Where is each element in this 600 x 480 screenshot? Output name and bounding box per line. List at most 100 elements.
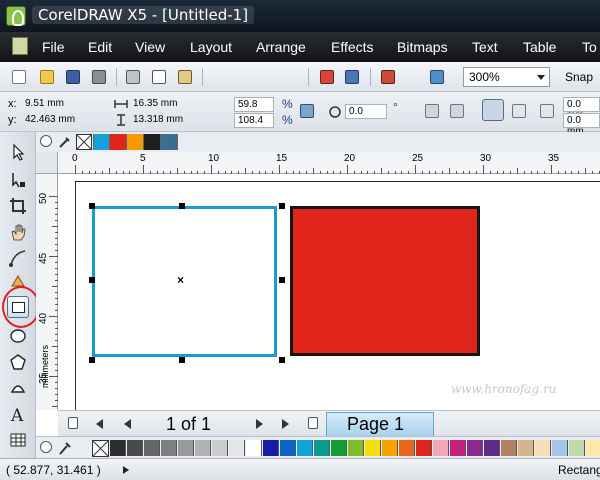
insert-page-after-icon[interactable]	[308, 417, 318, 429]
palette-swatch[interactable]	[331, 440, 347, 456]
palette-swatch[interactable]	[110, 440, 126, 456]
menu-file[interactable]: File	[42, 39, 65, 55]
palette-swatch[interactable]	[416, 440, 432, 456]
scallop-corner-icon[interactable]	[512, 104, 526, 118]
palette-swatch[interactable]	[569, 440, 585, 456]
save-icon[interactable]	[66, 70, 80, 84]
drawing-canvas[interactable]: × www.hronofag.ru	[59, 175, 600, 410]
text-tool-icon[interactable]: A	[8, 404, 28, 424]
palette-swatch[interactable]	[552, 440, 568, 456]
palette-swatch[interactable]	[144, 134, 161, 150]
rotation-angle-field[interactable]: 0.0	[345, 104, 387, 119]
round-corner-button[interactable]	[482, 99, 504, 121]
palette-swatch[interactable]	[382, 440, 398, 456]
scale-width-field[interactable]: 59.8	[234, 97, 274, 112]
selection-handle[interactable]	[279, 277, 285, 283]
cut-icon[interactable]	[126, 70, 140, 84]
shape-tool-icon[interactable]	[8, 170, 28, 190]
palette-swatch[interactable]	[586, 440, 600, 456]
menu-text[interactable]: Text	[472, 39, 498, 55]
selection-handle[interactable]	[279, 357, 285, 363]
coreldraw-app-icon[interactable]	[6, 6, 26, 26]
palette-swatch[interactable]	[433, 440, 449, 456]
lock-ratio-icon[interactable]	[300, 104, 314, 118]
ruler-origin[interactable]	[36, 152, 58, 174]
palette-swatch[interactable]	[161, 134, 178, 150]
palette-swatch[interactable]	[127, 440, 143, 456]
x-position-field[interactable]: 9.51 mm	[22, 97, 108, 112]
last-page-icon[interactable]	[282, 419, 289, 429]
selection-handle[interactable]	[89, 277, 95, 283]
y-position-field[interactable]: 42.463 mm	[22, 113, 108, 128]
menu-layout[interactable]: Layout	[190, 39, 232, 55]
status-expand-icon[interactable]	[122, 465, 130, 475]
palette-swatch[interactable]	[161, 440, 177, 456]
table-tool-icon[interactable]	[8, 430, 28, 450]
palette-swatch[interactable]	[127, 134, 144, 150]
menu-tools[interactable]: To	[582, 39, 597, 55]
no-color-swatch[interactable]	[76, 134, 92, 150]
palette-swatch[interactable]	[484, 440, 500, 456]
palette-swatch[interactable]	[501, 440, 517, 456]
selected-rectangle[interactable]	[92, 206, 277, 357]
pick-tool-icon[interactable]	[8, 142, 28, 162]
menu-effects[interactable]: Effects	[331, 39, 374, 55]
pan-hand-icon[interactable]	[8, 222, 28, 242]
welcome-screen-icon[interactable]	[430, 70, 444, 84]
first-page-icon[interactable]	[96, 419, 103, 429]
no-fill-swatch[interactable]	[92, 440, 109, 457]
palette-swatch[interactable]	[314, 440, 330, 456]
basic-shapes-icon[interactable]	[8, 378, 28, 398]
scale-height-field[interactable]: 108.4	[234, 113, 274, 128]
selection-handle[interactable]	[179, 203, 185, 209]
corner-radius-bottom-field[interactable]: 0.0 mm	[563, 113, 600, 137]
menu-edit[interactable]: Edit	[88, 39, 112, 55]
import-icon[interactable]	[320, 70, 334, 84]
menu-arrange[interactable]: Arrange	[256, 39, 306, 55]
next-page-icon[interactable]	[256, 419, 263, 429]
page-tab[interactable]: Page 1	[326, 412, 434, 436]
palette-swatch[interactable]	[246, 440, 262, 456]
selection-handle[interactable]	[279, 203, 285, 209]
menu-view[interactable]: View	[135, 39, 165, 55]
open-folder-icon[interactable]	[40, 70, 54, 84]
red-rectangle[interactable]	[290, 206, 480, 356]
print-icon[interactable]	[92, 70, 106, 84]
insert-page-before-icon[interactable]	[68, 417, 78, 429]
export-icon[interactable]	[345, 70, 359, 84]
application-launcher-icon[interactable]	[381, 70, 395, 84]
palette-swatch[interactable]	[535, 440, 551, 456]
chamfer-corner-icon[interactable]	[540, 104, 554, 118]
copy-icon[interactable]	[152, 70, 166, 84]
selection-handle[interactable]	[179, 357, 185, 363]
palette-swatch[interactable]	[399, 440, 415, 456]
selection-handle[interactable]	[89, 357, 95, 363]
palette-swatch[interactable]	[348, 440, 364, 456]
mirror-vertical-icon[interactable]	[450, 104, 464, 118]
selection-handle[interactable]	[89, 203, 95, 209]
palette-swatch[interactable]	[467, 440, 483, 456]
palette-swatch[interactable]	[365, 440, 381, 456]
width-field[interactable]: 16.35 mm	[130, 97, 216, 112]
menu-bitmaps[interactable]: Bitmaps	[397, 39, 448, 55]
palette-swatch[interactable]	[518, 440, 534, 456]
curve-tool-icon[interactable]	[8, 248, 28, 268]
palette-swatch[interactable]	[93, 134, 110, 150]
snap-to-button[interactable]: Snap	[565, 70, 593, 84]
polygon-tool-icon[interactable]	[8, 352, 28, 372]
horizontal-ruler[interactable]: 0 5 10 15 20 25 30 35	[58, 152, 600, 174]
menu-table[interactable]: Table	[523, 39, 556, 55]
crop-tool-icon[interactable]	[8, 196, 28, 216]
palette-swatch[interactable]	[144, 440, 160, 456]
document-icon[interactable]	[12, 37, 28, 55]
previous-page-icon[interactable]	[124, 419, 131, 429]
palette-swatch[interactable]	[110, 134, 127, 150]
eyedropper-icon[interactable]	[58, 440, 72, 456]
palette-swatch[interactable]	[195, 440, 211, 456]
height-field[interactable]: 13.318 mm	[130, 113, 216, 128]
palette-swatch[interactable]	[297, 440, 313, 456]
ellipse-tool-icon[interactable]	[8, 326, 28, 346]
palette-swatch[interactable]	[280, 440, 296, 456]
palette-swatch[interactable]	[178, 440, 194, 456]
new-document-icon[interactable]	[12, 70, 26, 84]
